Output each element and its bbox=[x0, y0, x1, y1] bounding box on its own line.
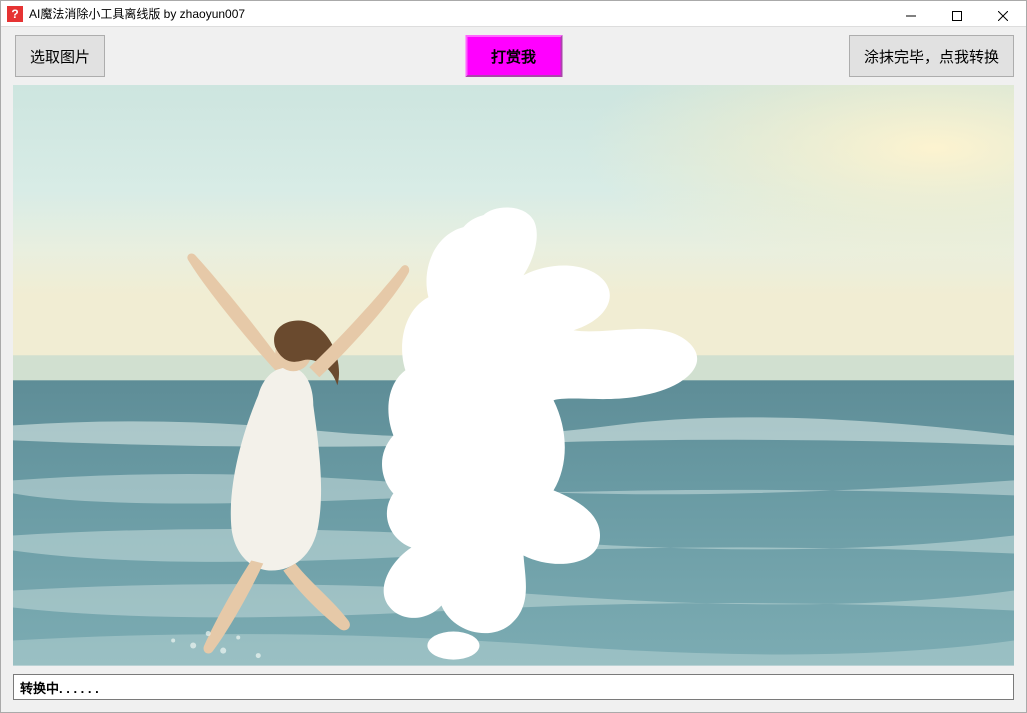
toolbar: 选取图片 打赏我 涂抹完毕，点我转换 bbox=[1, 27, 1026, 85]
app-icon-glyph: ? bbox=[11, 7, 18, 21]
client-area: 选取图片 打赏我 涂抹完毕，点我转换 bbox=[1, 27, 1026, 712]
app-window: ? AI魔法消除小工具离线版 by zhaoyun007 选取图片 打赏我 涂抹… bbox=[0, 0, 1027, 713]
donate-button[interactable]: 打赏我 bbox=[465, 35, 562, 77]
close-icon bbox=[998, 11, 1008, 21]
status-bar: 转换中. . . . . . bbox=[13, 674, 1014, 700]
titlebar: ? AI魔法消除小工具离线版 by zhaoyun007 bbox=[1, 1, 1026, 27]
window-title: AI魔法消除小工具离线版 by zhaoyun007 bbox=[29, 5, 245, 22]
status-text: 转换中. . . . . . bbox=[20, 678, 99, 697]
editing-image bbox=[13, 85, 1014, 666]
minimize-icon bbox=[906, 11, 916, 21]
app-icon: ? bbox=[7, 6, 23, 22]
maximize-icon bbox=[952, 11, 962, 21]
image-canvas[interactable] bbox=[13, 85, 1014, 666]
select-image-button[interactable]: 选取图片 bbox=[15, 35, 105, 77]
convert-button[interactable]: 涂抹完毕，点我转换 bbox=[849, 35, 1014, 77]
